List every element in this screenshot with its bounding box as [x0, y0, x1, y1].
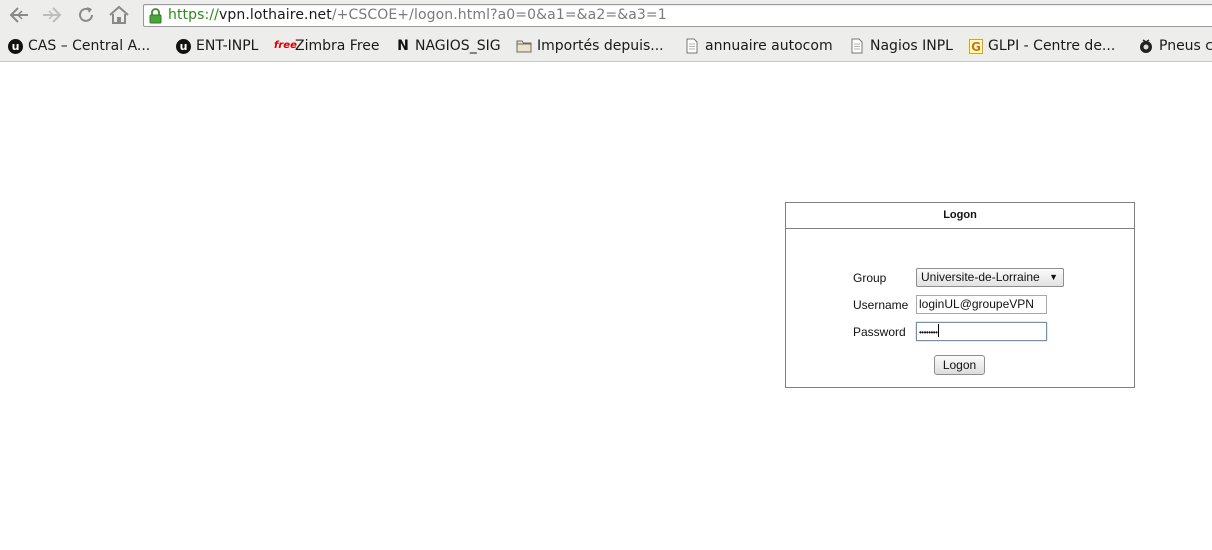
home-button[interactable]: [107, 4, 131, 26]
lock-icon: [149, 8, 162, 24]
nagios-icon: N: [397, 38, 409, 54]
bookmark-ent-inpl[interactable]: u ENT-INPL: [176, 36, 258, 56]
bookmark-folder-imported[interactable]: Importés depuis...: [516, 36, 664, 56]
dropdown-arrow-icon: ▼: [1049, 272, 1058, 282]
url-text[interactable]: https://vpn.lothaire.net/+CSCOE+/logon.h…: [168, 7, 667, 24]
free-icon: free: [274, 40, 297, 51]
forward-arrow-icon: [43, 7, 62, 23]
bookmark-label: NAGIOS_SIG: [415, 38, 501, 54]
group-select-value: Universite-de-Lorraine: [921, 270, 1040, 284]
logon-title: Logon: [786, 203, 1134, 229]
bookmark-label: Pneus c: [1159, 38, 1212, 54]
url-path: /+CSCOE+/logon.html?a0=0&a1=&a2=&a3=1: [331, 7, 667, 23]
bookmark-label: GLPI - Centre de...: [988, 38, 1116, 54]
password-value: ••••••••: [919, 328, 938, 337]
logon-button[interactable]: Logon: [934, 355, 985, 375]
bookmark-cas[interactable]: u CAS – Central A...: [8, 36, 150, 56]
glpi-icon: G: [969, 38, 983, 54]
bookmark-pneus[interactable]: Pneus c: [1138, 36, 1212, 56]
tire-icon: [1140, 39, 1152, 53]
bookmark-nagios-sig[interactable]: N NAGIOS_SIG: [396, 36, 501, 56]
group-label: Group: [853, 271, 887, 285]
username-value: loginUL@groupeVPN: [919, 297, 1034, 311]
bookmark-label: Nagios INPL: [870, 38, 953, 54]
bookmark-label: ENT-INPL: [196, 38, 259, 54]
browser-toolbar: https://vpn.lothaire.net/+CSCOE+/logon.h…: [0, 0, 1212, 31]
group-select[interactable]: Universite-de-Lorraine ▼: [916, 268, 1064, 287]
bookmark-annuaire-autocom[interactable]: annuaire autocom: [684, 36, 833, 56]
bookmark-label: CAS – Central A...: [28, 38, 151, 54]
bookmark-label: annuaire autocom: [705, 38, 833, 54]
bookmarks-bar: u CAS – Central A... u ENT-INPL free Zim…: [0, 31, 1212, 62]
bookmark-label: Zimbra Free: [295, 38, 380, 54]
username-input[interactable]: loginUL@groupeVPN: [916, 295, 1047, 314]
bookmark-nagios-inpl[interactable]: Nagios INPL: [849, 36, 953, 56]
forward-button[interactable]: [40, 4, 64, 26]
reload-icon: [79, 7, 93, 22]
username-label: Username: [853, 298, 909, 312]
bookmark-label: Importés depuis...: [537, 38, 664, 54]
page-icon: [851, 38, 863, 54]
page-icon: [686, 38, 698, 54]
back-button[interactable]: [7, 4, 31, 26]
password-input[interactable]: ••••••••: [916, 322, 1047, 341]
universite-lorraine-icon: u: [8, 38, 23, 54]
url-host: vpn.lothaire.net: [218, 7, 332, 23]
back-arrow-icon: [9, 7, 28, 23]
home-icon: [109, 5, 129, 24]
bookmark-glpi[interactable]: G GLPI - Centre de...: [969, 36, 1115, 56]
universite-lorraine-icon: u: [176, 38, 191, 54]
password-label: Password: [853, 325, 906, 339]
text-caret: [938, 324, 940, 337]
address-bar[interactable]: https://vpn.lothaire.net/+CSCOE+/logon.h…: [143, 4, 1212, 27]
logon-panel: Logon Group Universite-de-Lorraine ▼ Use…: [785, 202, 1135, 388]
bookmark-zimbra-free[interactable]: free Zimbra Free: [274, 36, 380, 56]
url-scheme: https://: [168, 7, 219, 23]
folder-icon: [516, 40, 532, 53]
reload-button[interactable]: [74, 4, 98, 26]
